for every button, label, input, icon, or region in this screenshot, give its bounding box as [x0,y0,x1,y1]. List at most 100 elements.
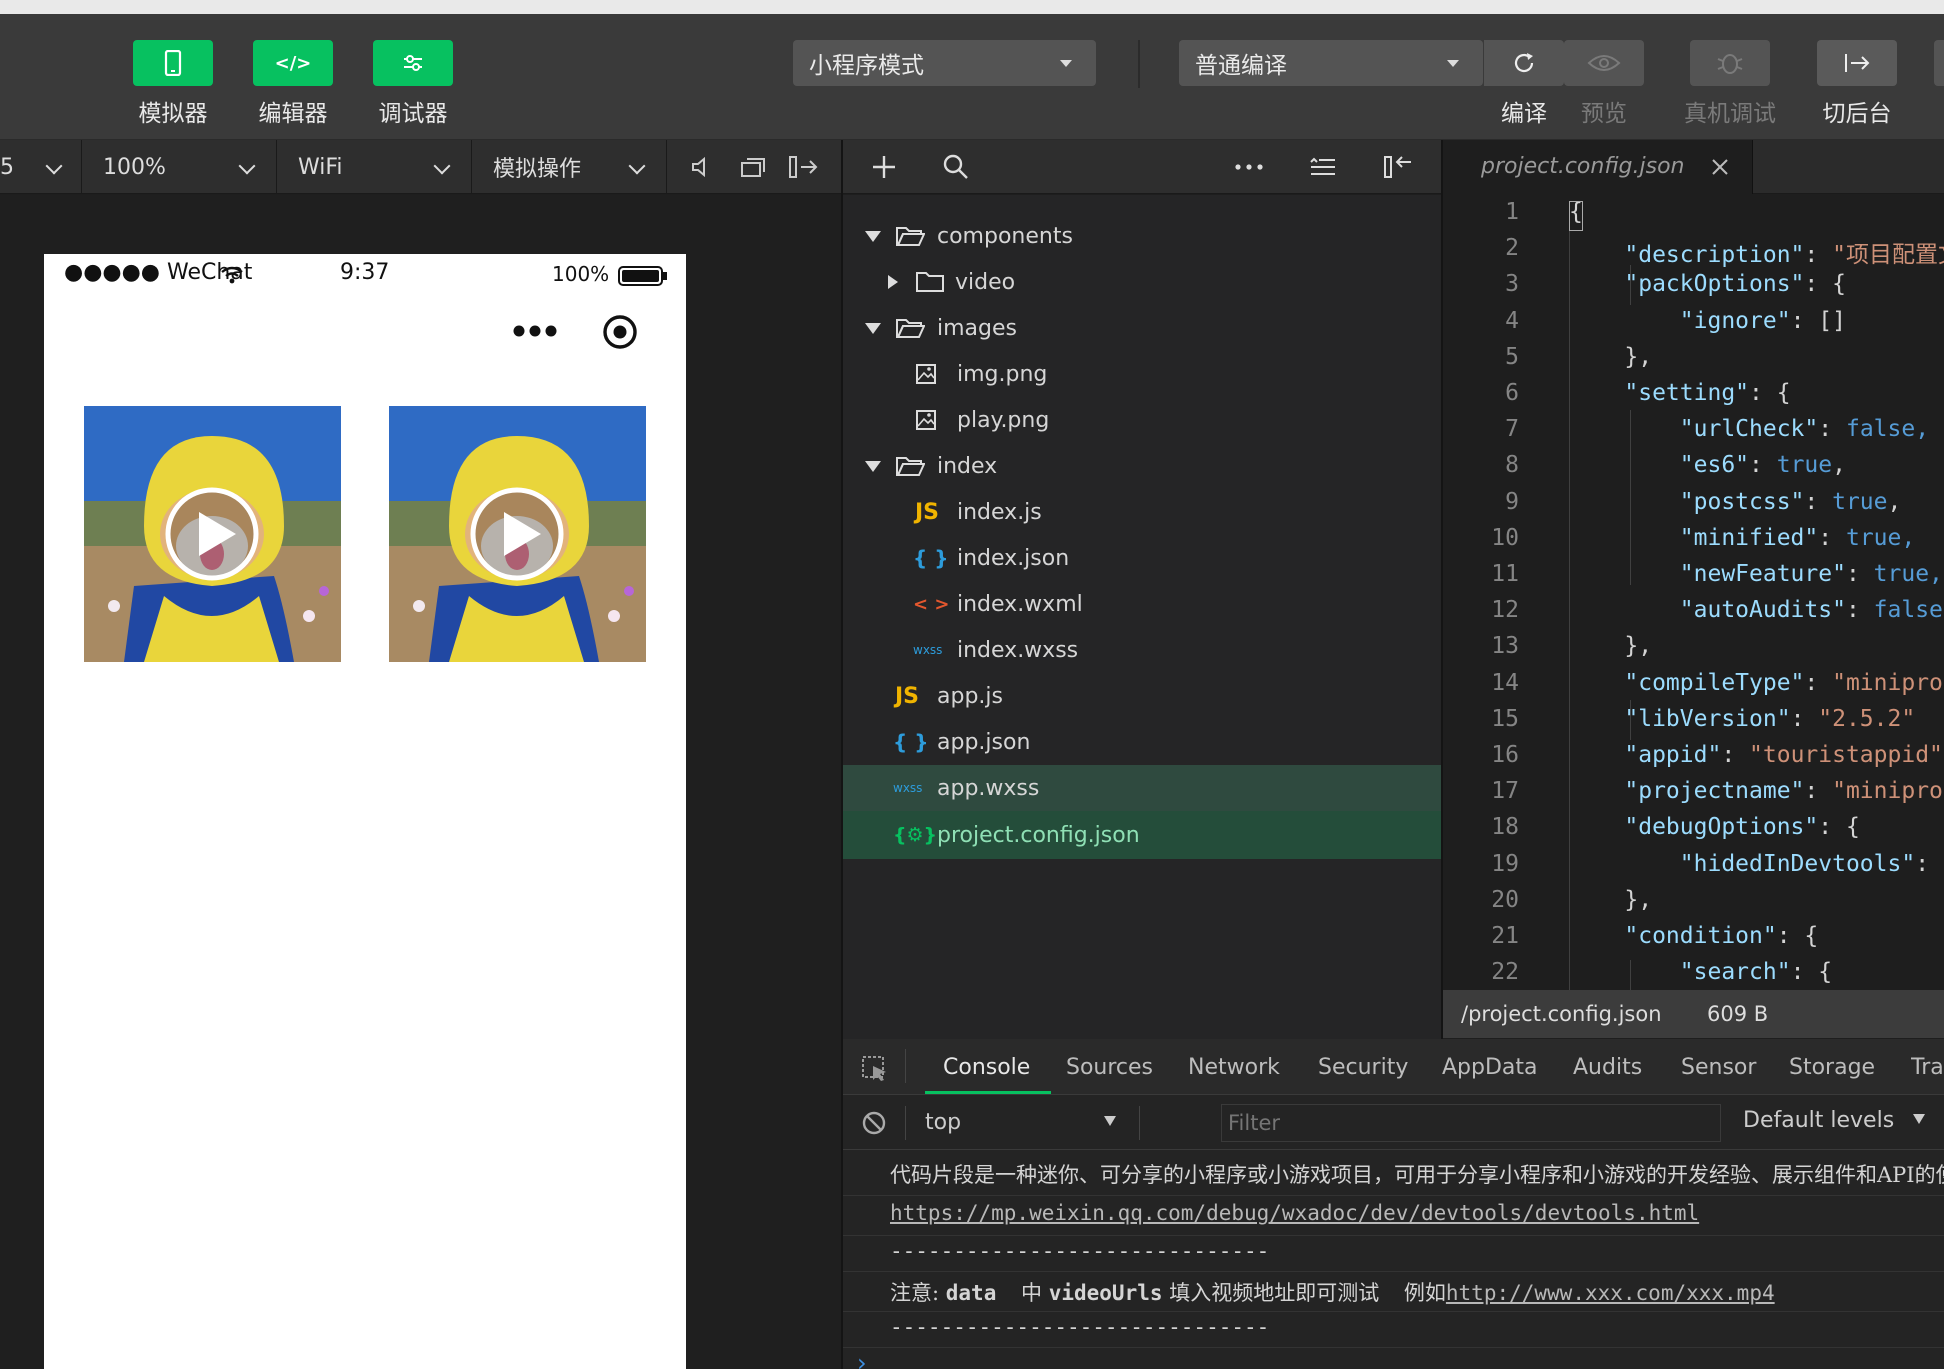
line-number: 15 [1491,705,1519,732]
tree-item-index-js[interactable]: JS index.js [843,489,1441,535]
chevron-down-icon [1060,60,1072,67]
editor-toggle-button[interactable]: </> [253,40,333,86]
sim-ops-select[interactable]: 模拟操作 [473,140,667,194]
window-title-bar [0,0,1944,14]
screen-rotate-icon[interactable] [740,156,766,178]
tab-sources[interactable]: Sources [1066,1055,1153,1080]
video-thumbnail[interactable] [84,406,341,662]
code-token: , [1832,452,1846,479]
more-options-icon[interactable] [1235,164,1263,170]
simulator-toggle-button[interactable] [133,40,213,86]
tab-console[interactable]: Console [943,1055,1030,1080]
image-file-icon [916,364,936,384]
compile-button[interactable] [1484,40,1564,86]
tree-item-app-wxss[interactable]: wxss app.wxss [843,765,1441,811]
more-menu-icon[interactable] [512,324,558,338]
line-number: 7 [1505,416,1519,443]
compile-select[interactable]: 普通编译 [1179,40,1483,86]
phone-icon [164,50,182,76]
mode-select[interactable]: 小程序模式 [793,40,1096,86]
mode-select-value: 小程序模式 [809,53,924,79]
remote-debug-button[interactable] [1690,40,1770,86]
log-levels-select[interactable]: Default levels [1743,1108,1944,1140]
tree-item-index-wxss[interactable]: wxss index.wxss [843,627,1441,673]
line-number: 20 [1491,886,1519,913]
code-token: true [1776,452,1833,479]
code-token: "compileType" [1624,669,1805,696]
search-icon[interactable] [943,154,969,180]
tree-item-img-png[interactable]: img.png [843,351,1441,397]
divider [905,1106,906,1140]
clear-console-icon[interactable] [861,1110,887,1136]
more-toolbar-button[interactable] [1934,40,1944,86]
add-icon[interactable] [871,154,897,180]
tab-appdata[interactable]: AppData [1442,1055,1538,1080]
divider [843,1311,1944,1312]
compile-select-value: 普通编译 [1195,53,1287,79]
code-token: false, [1845,416,1930,443]
note-code-videourls: videoUrls [1048,1281,1163,1305]
chevron-down-icon [1447,60,1459,67]
tree-item-video[interactable]: video [843,259,1441,305]
remote-debug-label: 真机调试 [1684,101,1776,127]
console-filter-input[interactable] [1221,1104,1721,1142]
code-line: "compileType": "miniprogram" [1569,670,1944,696]
code-token: , [1887,488,1902,515]
tree-item-images[interactable]: images [843,305,1441,351]
tree-item-components[interactable]: components [843,213,1441,259]
close-capsule-icon[interactable] [602,314,638,350]
note-link[interactable]: http://www.xxx.com/xxx.mp4 [1446,1281,1775,1305]
background-button[interactable] [1817,40,1897,86]
expanded-arrow-icon [865,322,881,334]
tree-item-label: index.js [957,499,1042,525]
detach-simulator-icon[interactable] [788,154,820,180]
tree-item-app-json[interactable]: { } app.json [843,719,1441,765]
tree-item-index-wxml[interactable]: < > index.wxml [843,581,1441,627]
volume-icon[interactable] [690,156,710,178]
code-token: : [1845,597,1874,624]
debugger-toggle-button[interactable] [373,40,453,86]
tree-item-label: images [937,315,1017,341]
network-select[interactable]: WiFi [278,140,472,194]
context-select[interactable]: top [919,1098,1129,1148]
preview-button[interactable] [1564,40,1644,86]
tree-item-app-js[interactable]: JS app.js [843,673,1441,719]
hide-tree-icon[interactable] [1383,154,1413,180]
line-number: 17 [1491,778,1519,805]
code-token: "newFeature" [1679,561,1846,587]
tree-item-project-config[interactable]: {⚙} project.config.json [843,811,1441,859]
collapse-all-icon[interactable] [1309,156,1337,178]
tab-trace[interactable]: Trace [1911,1055,1944,1080]
close-icon[interactable] [1711,158,1729,176]
device-select[interactable]: 5 [0,140,82,194]
tab-storage[interactable]: Storage [1789,1055,1875,1080]
zoom-select[interactable]: 100% [83,140,277,194]
expanded-arrow-icon [865,230,881,242]
inspect-element-icon[interactable] [861,1055,889,1083]
code-icon: </> [274,52,312,74]
tree-item-label: video [955,269,1016,295]
console-prompt[interactable]: › [857,1349,867,1369]
folder-icon [916,272,944,292]
tree-item-label: index [937,453,998,479]
tree-item-label: play.png [957,407,1050,433]
code-editor[interactable]: 1 2 3 4 5 6 7 8 9 10 11 12 13 14 15 16 17 18 19 20 21 22 { "d… [1443,195,1944,990]
editor-tab[interactable]: project.config.json [1443,140,1753,194]
tab-audits[interactable]: Audits [1573,1055,1642,1080]
tab-sensor[interactable]: Sensor [1681,1055,1756,1080]
tree-item-label: app.wxss [937,775,1040,801]
tab-security[interactable]: Security [1318,1055,1408,1080]
console-link[interactable]: https://mp.weixin.qq.com/debug/wxadoc/de… [890,1201,1699,1225]
tree-item-index[interactable]: index [843,443,1441,489]
code-token: "autoAudits" [1679,597,1846,624]
tab-network[interactable]: Network [1188,1055,1280,1080]
code-token: "minified" [1679,524,1819,551]
video-thumbnail[interactable] [389,406,646,662]
tree-item-play-png[interactable]: play.png [843,397,1441,443]
tree-item-index-json[interactable]: { } index.json [843,535,1441,581]
code-token: true, [1873,561,1943,587]
phone-screen[interactable]: ●●●●● WeChat 9:37 100% [44,254,686,1369]
